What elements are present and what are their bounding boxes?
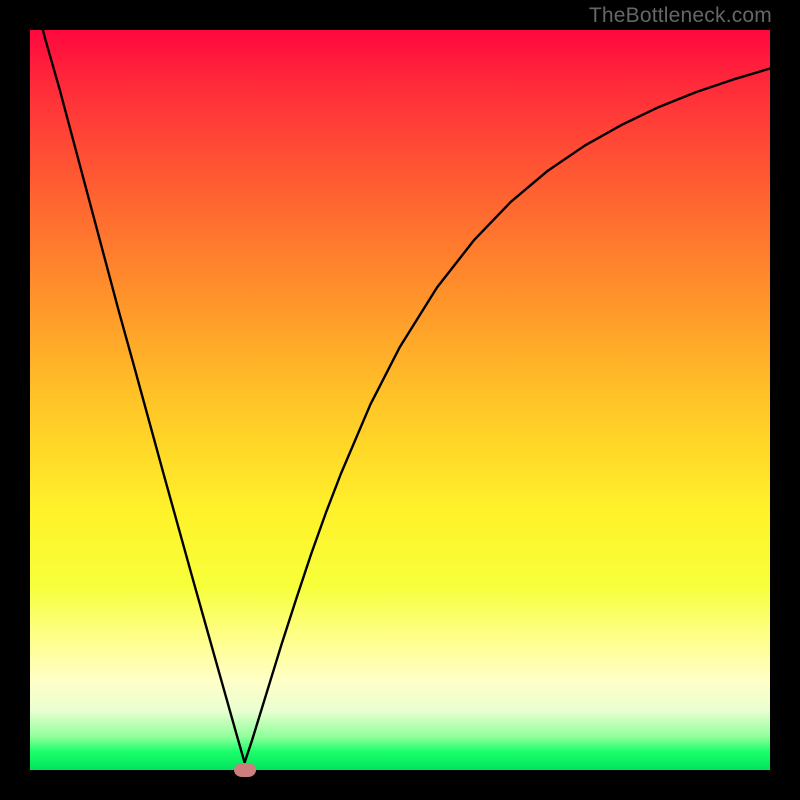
watermark-text: TheBottleneck.com xyxy=(589,4,772,28)
minimum-marker xyxy=(234,763,256,777)
chart-frame: TheBottleneck.com xyxy=(0,0,800,800)
bottleneck-curve xyxy=(30,30,770,770)
chart-plot-area xyxy=(30,30,770,770)
